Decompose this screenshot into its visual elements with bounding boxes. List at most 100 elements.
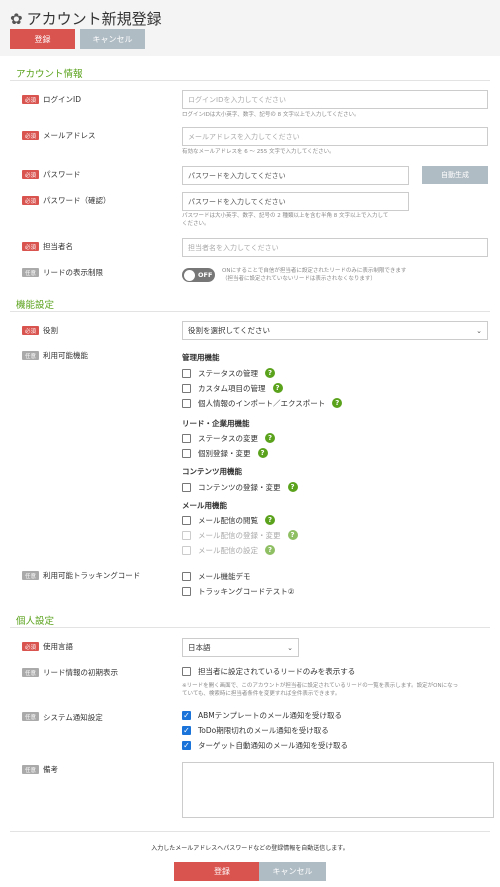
help-icon[interactable]: ? [265, 545, 275, 555]
checkbox-box[interactable] [182, 383, 191, 393]
section-title-personal: 個人設定 [16, 616, 55, 627]
checkbox-box[interactable]: ✓ [182, 725, 191, 735]
checkbox-box[interactable] [182, 433, 191, 443]
login-id-label: ログインID [43, 95, 81, 104]
register-button-top[interactable]: 登録 [10, 29, 75, 49]
checkbox-label: ステータスの管理 [198, 368, 258, 378]
checkbox-custom-items[interactable]: カスタム項目の管理 ? [182, 382, 283, 394]
help-icon[interactable]: ? [257, 448, 268, 458]
checkbox-notify-todo[interactable]: ✓ ToDo期限切れのメール通知を受け取る [182, 724, 329, 736]
checkbox-box[interactable]: ✓ [182, 740, 191, 750]
chevron-down-icon: ⌄ [287, 643, 293, 652]
email-label: メールアドレス [43, 131, 96, 140]
checkbox-box[interactable] [182, 368, 191, 378]
tracking-label: 利用可能トラッキングコード [43, 571, 141, 580]
checkbox-lead-default[interactable]: 担当者に設定されているリードのみを表示する [182, 665, 355, 677]
checkbox-tracking-code-1[interactable]: メール機能デモ [182, 570, 251, 582]
section-divider [10, 80, 490, 81]
checkbox-label: ToDo期限切れのメール通知を受け取る [198, 725, 329, 735]
page-title: ✿ アカウント新規登録 [10, 8, 162, 29]
login-id-input[interactable]: ログインIDを入力してください [182, 90, 488, 109]
lead-restrict-toggle[interactable]: OFF [182, 268, 215, 282]
checkbox-import-export[interactable]: 個人情報のインポート／エクスポート ? [182, 397, 343, 409]
password-label: パスワード [43, 170, 81, 179]
checkbox-label: ABMテンプレートのメール通知を受け取る [198, 710, 343, 720]
password-confirm-input[interactable]: パスワードを入力してください [182, 192, 409, 211]
person-input[interactable]: 担当者名を入力してください [182, 238, 488, 257]
page: ✿ アカウント新規登録 登録 キャンセル アカウント情報 必須 ログインID ロ… [0, 0, 500, 887]
checkbox-notify-target[interactable]: ✓ ターゲット自動通知のメール通知を受け取る [182, 739, 348, 751]
help-icon[interactable]: ? [332, 398, 343, 408]
chevron-down-icon: ⌄ [476, 326, 482, 335]
help-icon[interactable]: ? [265, 433, 275, 443]
generate-password-button[interactable]: 自動生成 [422, 166, 488, 184]
page-title-text: アカウント新規登録 [26, 10, 162, 28]
checkbox-label: ターゲット自動通知のメール通知を受け取る [198, 740, 348, 750]
section-title-features: 機能設定 [16, 300, 55, 311]
checkbox-label: メール配信の設定 [198, 545, 258, 555]
cancel-button-top[interactable]: キャンセル [80, 29, 145, 49]
checkbox-box [182, 545, 191, 555]
optional-badge: 任意 [22, 765, 39, 774]
person-label: 担当者名 [43, 242, 73, 251]
header: ✿ アカウント新規登録 登録 キャンセル [0, 0, 500, 56]
required-badge: 必須 [22, 95, 39, 104]
auto-send-notice: 入力したメールアドレスへパスワードなどの登録情報を自動送信します。 [151, 845, 349, 852]
checkbox-status-change[interactable]: ステータスの変更 ? [182, 432, 275, 444]
memo-label: 備考 [43, 765, 58, 774]
help-icon[interactable]: ? [272, 383, 283, 393]
memo-textarea[interactable] [182, 762, 494, 818]
checkbox-mail-view[interactable]: メール配信の閲覧 ? [182, 514, 275, 526]
language-select-value: 日本語 [188, 643, 211, 652]
role-label: 役割 [43, 326, 58, 335]
password-help-line1: パスワードは大小英字、数字、記号の 2 種類以上を含む半角 8 文字以上で入力し… [182, 213, 389, 219]
lead-default-note-line2: ていても、検索時に担当者条件を変更すれば全件表示できます。 [182, 691, 341, 697]
password-confirm-label: パスワード（確認） [43, 196, 111, 205]
checkbox-label: 個別登録・変更 [198, 448, 251, 458]
section-title-account: アカウント情報 [16, 69, 83, 80]
checkbox-notify-abm[interactable]: ✓ ABMテンプレートのメール通知を受け取る [182, 709, 342, 721]
optional-badge: 任意 [22, 668, 39, 677]
checkbox-box[interactable] [182, 571, 191, 581]
checkbox-box[interactable] [182, 515, 191, 525]
gear-icon: ✿ [10, 9, 23, 28]
password-help-line2: ください。 [182, 221, 210, 227]
required-badge: 必須 [22, 326, 39, 335]
lead-restrict-help-line1: ONにすることで自信が担当者に設定されたリードのみに表示制限できます [222, 268, 407, 274]
checkbox-box[interactable] [182, 586, 191, 596]
checkbox-box[interactable]: ✓ [182, 710, 191, 720]
checkbox-box[interactable] [182, 398, 191, 408]
optional-badge: 任意 [22, 351, 39, 360]
role-select[interactable]: 役割を選択してください ⌄ [182, 321, 488, 340]
footer-divider [10, 831, 490, 832]
register-button-bottom[interactable]: 登録 [174, 862, 270, 881]
email-input[interactable]: メールアドレスを入力してください [182, 127, 488, 146]
checkbox-box[interactable] [182, 666, 191, 676]
checkbox-label: メール配信の登録・変更 [198, 530, 281, 540]
help-icon[interactable]: ? [287, 530, 298, 540]
checkbox-box[interactable] [182, 448, 191, 458]
mail-features-title: メール用機能 [182, 501, 227, 510]
language-select[interactable]: 日本語 ⌄ [182, 638, 299, 657]
lead-default-label: リード情報の初期表示 [43, 668, 118, 677]
required-badge: 必須 [22, 642, 39, 651]
language-label: 使用言語 [43, 642, 73, 651]
help-icon[interactable]: ? [287, 482, 298, 492]
checkbox-label: ステータスの変更 [198, 433, 258, 443]
help-icon[interactable]: ? [265, 515, 275, 525]
checkbox-tracking-code-2[interactable]: トラッキングコードテスト② [182, 585, 295, 597]
password-input[interactable]: パスワードを入力してください [182, 166, 409, 185]
checkbox-label: 個人情報のインポート／エクスポート [198, 398, 326, 408]
checkbox-box[interactable] [182, 482, 191, 492]
checkbox-individual-edit[interactable]: 個別登録・変更 ? [182, 447, 268, 459]
email-help: 有効なメールアドレスを 6 〜 255 文字で入力してください。 [182, 149, 335, 155]
login-id-help: ログインIDは大小英字、数字、記号の 8 文字以上で入力してください。 [182, 112, 360, 118]
features-label: 利用可能機能 [43, 351, 88, 360]
checkbox-status-manage[interactable]: ステータスの管理 ? [182, 367, 275, 379]
help-icon[interactable]: ? [265, 368, 275, 378]
optional-badge: 任意 [22, 571, 39, 580]
cancel-button-bottom[interactable]: キャンセル [259, 862, 326, 881]
checkbox-box [182, 530, 191, 540]
checkbox-contents-edit[interactable]: コンテンツの登録・変更 ? [182, 481, 298, 493]
checkbox-label: 担当者に設定されているリードのみを表示する [198, 666, 356, 676]
